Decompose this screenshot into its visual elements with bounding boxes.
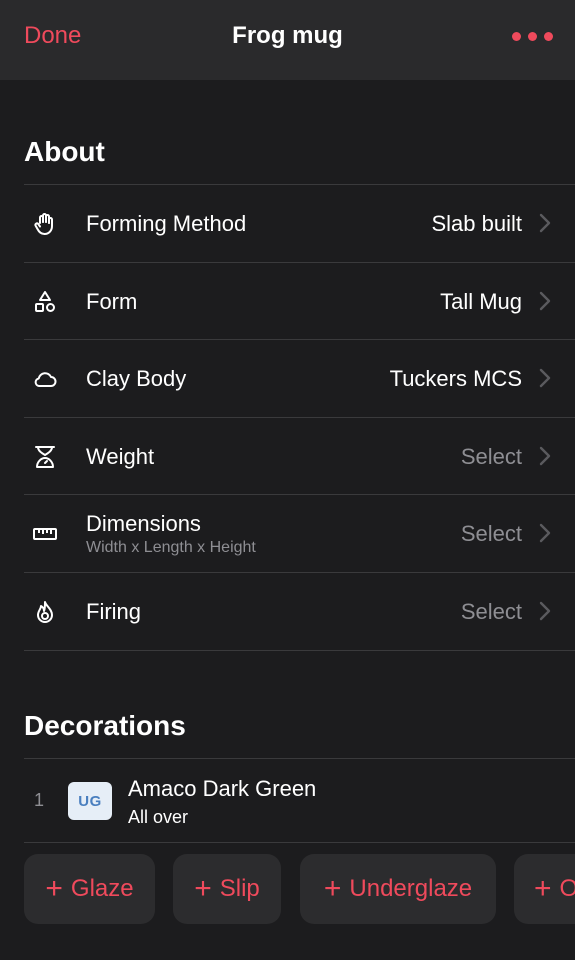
plus-icon: + <box>45 872 63 905</box>
row-label: Form <box>86 289 138 314</box>
chevron-right-icon <box>539 446 551 466</box>
hand-icon <box>32 211 58 237</box>
section-title-decorations: Decorations <box>24 710 186 741</box>
underglaze-badge: UG <box>68 782 112 820</box>
scale-icon <box>32 444 58 470</box>
page-title: Frog mug <box>232 22 343 49</box>
shapes-icon <box>32 289 58 315</box>
add-decoration-buttons: + Glaze + Slip + Underglaze + O <box>0 854 575 926</box>
row-label: Dimensions <box>86 511 201 536</box>
row-weight[interactable]: Weight Select <box>0 418 575 495</box>
row-value: Select <box>460 521 522 546</box>
plus-icon: + <box>534 872 552 905</box>
divider <box>24 758 575 759</box>
row-value: Slab built <box>431 211 522 236</box>
row-forming-method[interactable]: Forming Method Slab built <box>0 185 575 262</box>
add-underglaze-button[interactable]: + Underglaze <box>300 854 496 924</box>
plus-icon: + <box>194 872 212 905</box>
cloud-icon <box>32 366 58 392</box>
row-sublabel: Width x Length x Height <box>86 539 256 556</box>
ruler-icon <box>32 521 58 547</box>
flame-icon <box>32 599 58 625</box>
button-label: Underglaze <box>349 875 473 902</box>
decoration-name: Amaco Dark Green <box>128 776 317 801</box>
row-value: Tuckers MCS <box>389 366 522 391</box>
button-label: Slip <box>219 875 260 902</box>
row-label: Weight <box>86 444 155 469</box>
row-firing[interactable]: Firing Select <box>0 573 575 650</box>
row-clay-body[interactable]: Clay Body Tuckers MCS <box>0 340 575 417</box>
row-value: Select <box>460 444 522 469</box>
divider <box>24 650 575 651</box>
plus-icon: + <box>323 872 342 905</box>
chevron-right-icon <box>539 368 551 388</box>
decoration-index: 1 <box>34 790 45 810</box>
chevron-right-icon <box>539 523 551 543</box>
decoration-coverage: All over <box>128 807 189 827</box>
add-glaze-button[interactable]: + Glaze <box>24 854 155 924</box>
button-label: O <box>559 875 575 902</box>
section-title-about: About <box>24 136 105 167</box>
chevron-right-icon <box>539 601 551 621</box>
ellipsis-icon[interactable] <box>512 32 553 41</box>
divider <box>24 842 575 843</box>
button-label: Glaze <box>70 875 134 902</box>
add-slip-button[interactable]: + Slip <box>173 854 281 924</box>
row-form[interactable]: Form Tall Mug <box>0 263 575 340</box>
navigation-bar: Done Frog mug <box>0 0 575 80</box>
row-value: Tall Mug <box>440 289 522 314</box>
decoration-item[interactable]: 1 UG Amaco Dark Green All over <box>0 760 575 842</box>
row-value: Select <box>460 599 522 624</box>
row-label: Forming Method <box>86 211 247 236</box>
chevron-right-icon <box>539 213 551 233</box>
row-label: Firing <box>86 599 142 624</box>
add-other-button[interactable]: + O <box>514 854 575 924</box>
chevron-right-icon <box>539 291 551 311</box>
row-dimensions[interactable]: Dimensions Width x Length x Height Selec… <box>0 495 575 572</box>
row-label: Clay Body <box>86 366 187 391</box>
